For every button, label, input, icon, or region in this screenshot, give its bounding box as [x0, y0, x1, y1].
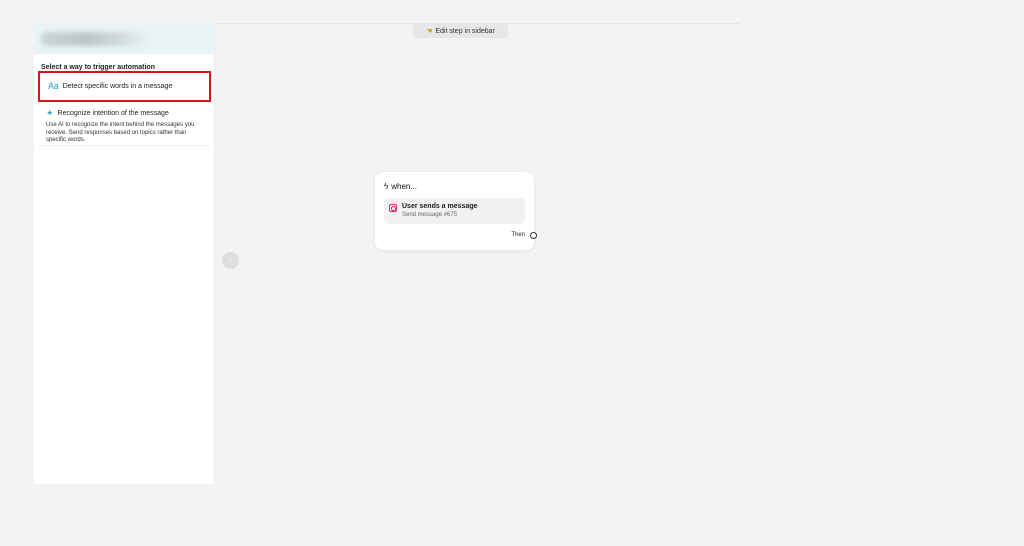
text-aa-icon: Aa: [48, 81, 59, 91]
option-recognize-intention[interactable]: ✦ Recognize intention of the message Use…: [38, 106, 211, 146]
trigger-title: User sends a message: [402, 203, 478, 210]
then-connector-port[interactable]: [530, 232, 537, 239]
sidebar: Select a way to trigger automation Aa De…: [34, 24, 215, 484]
trigger-user-sends-message[interactable]: User sends a message Send message #675: [384, 198, 525, 224]
then-label: Then: [511, 232, 525, 238]
instagram-icon: [389, 204, 397, 212]
collapse-sidebar-button[interactable]: ‹: [222, 252, 239, 269]
edit-hint-label: Edit step in sidebar: [435, 27, 495, 35]
section-title: Select a way to trigger automation: [41, 64, 155, 71]
chevron-left-icon: ‹: [228, 254, 233, 266]
edit-step-hint[interactable]: ☚ Edit step in sidebar: [413, 24, 508, 38]
trigger-text: User sends a message Send message #675: [402, 203, 478, 218]
sidebar-header: [34, 24, 214, 54]
option-detect-words[interactable]: Aa Detect specific words in a message: [38, 71, 211, 102]
option-intent-description: Use AI to recognize the intent behind th…: [46, 122, 195, 144]
automation-editor: ☚ Edit step in sidebar Select a way to t…: [0, 0, 1024, 546]
pointing-hand-icon: ☚: [426, 27, 433, 35]
sparkle-icon: ✦: [46, 108, 54, 118]
bolt-icon: ϟ: [384, 181, 389, 191]
blurred-account-name: [40, 32, 150, 46]
node-header: ϟ when...: [384, 182, 417, 191]
trigger-node-card[interactable]: ϟ when... User sends a message Send mess…: [375, 172, 537, 250]
trigger-subtitle: Send message #675: [402, 212, 458, 218]
option-intent-label: Recognize intention of the message: [57, 110, 169, 117]
node-header-label: when...: [391, 182, 418, 191]
option-detect-label: Detect specific words in a message: [62, 83, 173, 90]
